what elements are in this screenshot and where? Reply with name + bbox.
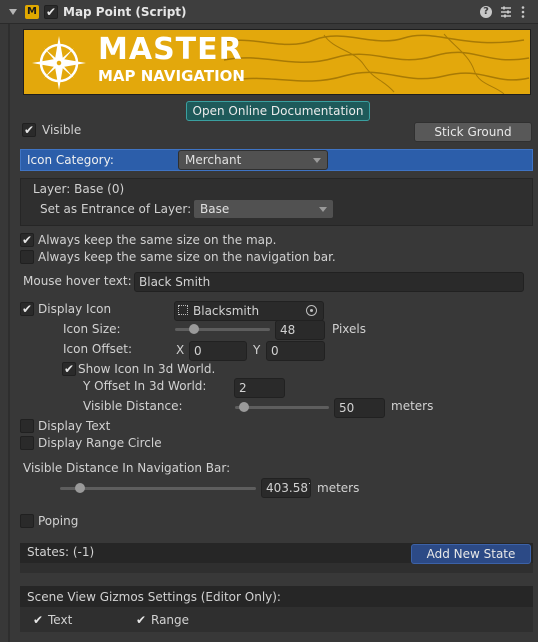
offset-y-label: Y — [253, 343, 261, 357]
y-offset-3d-input[interactable]: 2 — [234, 378, 285, 398]
icon-offset-label: Icon Offset: — [63, 342, 132, 356]
states-label: States: (-1) — [27, 545, 95, 559]
display-icon-label: Display Icon — [38, 302, 112, 316]
checkmark-icon: ✔ — [21, 233, 33, 247]
icon-object-value: Blacksmith — [193, 304, 260, 318]
chevron-down-icon — [319, 207, 327, 212]
icon-size-input[interactable]: 48 — [275, 320, 325, 340]
nav-bar-distance-slider-track[interactable] — [60, 487, 256, 490]
script-m-icon: M — [25, 5, 39, 19]
keep-size-bar-label: Always keep the same size on the navigat… — [38, 250, 336, 264]
gizmos-text-checkmark-icon[interactable]: ✔ — [33, 611, 43, 629]
component-title: Map Point (Script) — [63, 5, 187, 19]
banner-subtitle: MAP NAVIGATION — [98, 67, 245, 85]
states-body — [20, 563, 533, 573]
y-offset-3d-label: Y Offset In 3d World: — [83, 379, 207, 393]
visible-distance-input[interactable]: 50 — [334, 398, 385, 418]
nav-bar-distance-input[interactable]: 403.587 — [261, 478, 311, 498]
mouse-hover-input[interactable]: Black Smith — [134, 272, 524, 292]
keep-size-map-label: Always keep the same size on the map. — [38, 233, 277, 247]
offset-x-input[interactable]: 0 — [189, 341, 247, 361]
keep-size-map-checkbox[interactable]: ✔ — [20, 233, 34, 247]
display-text-label: Display Text — [38, 419, 111, 433]
checkmark-icon: ✔ — [21, 302, 33, 316]
open-documentation-button[interactable]: Open Online Documentation — [186, 101, 370, 121]
gizmos-label: Scene View Gizmos Settings (Editor Only)… — [27, 590, 281, 604]
layer-label: Layer: Base (0) — [33, 182, 125, 196]
help-icon[interactable]: ? — [480, 6, 492, 18]
sprite-icon — [178, 305, 188, 315]
icon-size-label: Icon Size: — [63, 322, 121, 336]
banner-title: MASTER — [98, 32, 243, 67]
visible-checkbox[interactable]: ✔ — [22, 123, 36, 137]
icon-category-label: Icon Category: — [27, 153, 114, 167]
component-enabled-checkbox[interactable]: ✔ — [44, 5, 58, 19]
visible-label: Visible — [42, 123, 82, 137]
icon-category-value: Merchant — [185, 153, 242, 167]
nav-bar-distance-unit: meters — [317, 481, 360, 495]
checkmark-icon: ✔ — [23, 123, 35, 137]
nav-bar-distance-label: Visible Distance In Navigation Bar: — [23, 461, 231, 475]
foldout-arrow-icon[interactable] — [9, 9, 17, 15]
show-icon-3d-checkbox[interactable]: ✔ — [62, 362, 76, 376]
add-new-state-button[interactable]: Add New State — [411, 544, 531, 564]
icon-size-unit: Pixels — [332, 322, 367, 336]
display-icon-checkbox[interactable]: ✔ — [20, 302, 34, 316]
gizmos-body — [20, 607, 533, 632]
show-icon-3d-label: Show Icon In 3d World. — [78, 362, 216, 376]
gizmos-text-label: Text — [48, 613, 73, 627]
display-range-checkbox[interactable] — [20, 436, 34, 450]
visible-distance-unit: meters — [391, 399, 434, 413]
icon-size-slider-handle[interactable] — [189, 324, 199, 334]
banner: MASTER MAP NAVIGATION — [23, 29, 531, 95]
compass-icon — [32, 36, 86, 90]
presets-icon[interactable] — [500, 5, 512, 19]
visible-distance-slider-handle[interactable] — [239, 402, 250, 412]
stick-ground-button[interactable]: Stick Ground — [414, 122, 532, 142]
keep-size-bar-checkbox[interactable] — [20, 250, 34, 264]
offset-x-label: X — [176, 343, 185, 357]
icon-category-dropdown[interactable]: Merchant — [178, 150, 328, 170]
gizmos-range-label: Range — [151, 613, 190, 627]
entrance-layer-dropdown[interactable]: Base — [193, 199, 334, 219]
entrance-layer-value: Base — [200, 202, 230, 216]
inspector-indent-bar — [8, 24, 10, 642]
visible-distance-slider-track[interactable] — [235, 406, 329, 409]
checkmark-icon: ✔ — [63, 362, 75, 376]
icon-object-field[interactable]: Blacksmith — [174, 301, 324, 321]
poping-label: Poping — [38, 514, 79, 528]
mouse-hover-label: Mouse hover text: — [23, 274, 132, 288]
offset-y-input[interactable]: 0 — [266, 341, 325, 361]
chevron-down-icon — [313, 158, 321, 163]
nav-bar-distance-slider-handle[interactable] — [74, 483, 85, 493]
entrance-label: Set as Entrance of Layer: — [40, 202, 192, 216]
more-icon[interactable] — [520, 5, 526, 19]
visible-distance-label: Visible Distance: — [83, 399, 183, 413]
object-picker-icon[interactable] — [306, 305, 317, 316]
checkmark-icon: ✔ — [45, 5, 57, 19]
gizmos-range-checkmark-icon[interactable]: ✔ — [136, 611, 146, 629]
display-range-label: Display Range Circle — [38, 436, 162, 450]
poping-checkbox[interactable] — [20, 514, 34, 528]
display-text-checkbox[interactable] — [20, 419, 34, 433]
